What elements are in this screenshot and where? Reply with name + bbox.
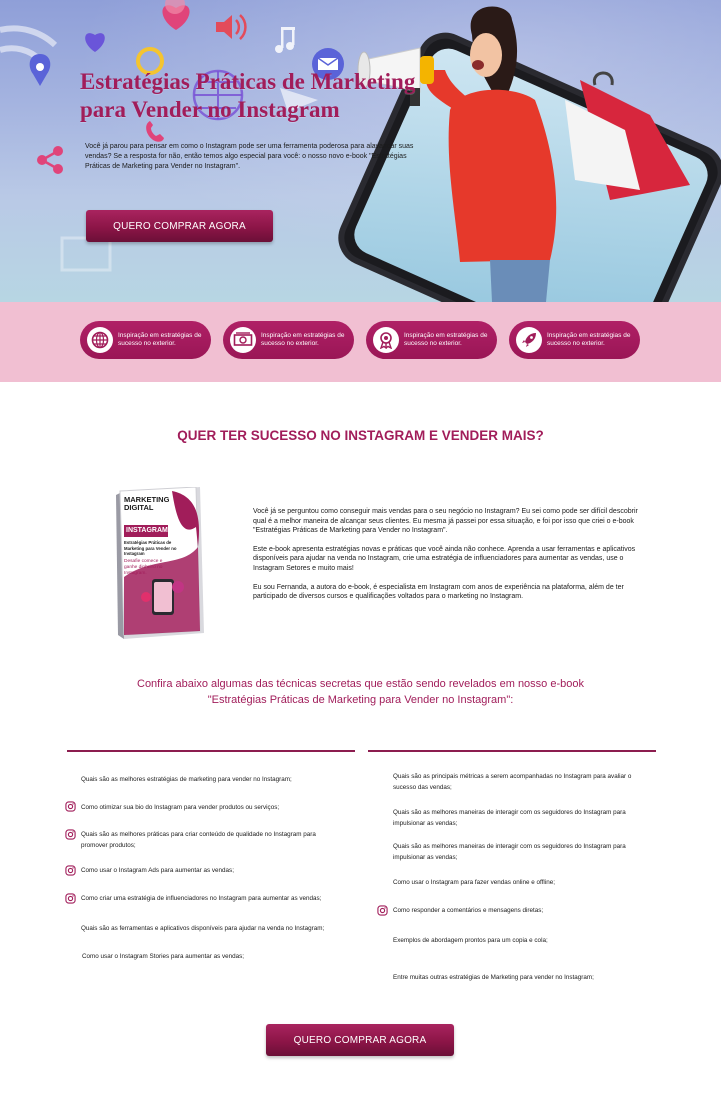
- about-paragraph-2: Este e-book apresenta estratégias novas …: [253, 545, 636, 572]
- features-band: Inspiração em estratégias de sucesso no …: [0, 302, 721, 382]
- instagram-icon: [65, 801, 76, 812]
- list-item: Exemplos de abordagem prontos para um co…: [393, 937, 548, 944]
- heart-icon: [85, 33, 105, 52]
- hero-title-line-2: para Vender no Instagram: [80, 97, 340, 122]
- list-item: Como usar o Instagram para fazer vendas …: [393, 879, 555, 886]
- feature-text: Inspiração em estratégias de sucesso no …: [118, 332, 202, 347]
- money-icon: [230, 327, 256, 353]
- list-item: Como usar o Instagram Ads para aumentar …: [81, 867, 234, 874]
- instagram-icon: [65, 893, 76, 904]
- music-note-icon: [275, 27, 295, 53]
- list-item: Quais são as melhores práticas para cria…: [81, 831, 316, 849]
- secret-heading-line-2: "Estratégias Práticas de Marketing para …: [207, 694, 514, 706]
- about-ebook-text: Você já se perguntou como conseguir mais…: [253, 507, 638, 611]
- right-divider: [368, 750, 656, 752]
- ebook-cover: MARKETING DIGITAL INSTAGRAM Estratégias …: [112, 486, 206, 639]
- location-pin-icon: [29, 54, 51, 86]
- envelope-float-icon: [60, 236, 112, 272]
- hero-description: Você já parou para pensar em como o Inst…: [85, 143, 414, 170]
- section-title: QUER TER SUCESSO NO INSTAGRAM E VENDER M…: [177, 428, 544, 443]
- secret-heading-line-1: Confira abaixo algumas das técnicas secr…: [137, 678, 584, 690]
- phone-float-icon: [146, 121, 164, 142]
- ebook-subtitle: Estratégias Práticas de Marketing para V…: [124, 540, 177, 556]
- globe-icon: [87, 327, 113, 353]
- list-item: Como responder a comentários e mensagens…: [393, 907, 544, 914]
- list-item: Como otimizar sua bio do Instagram para …: [81, 804, 280, 811]
- list-item: Quais são as melhores maneiras de intera…: [393, 843, 626, 861]
- instagram-icon: [65, 829, 76, 840]
- hero-title: Estratégias Práticas de Marketing para V…: [80, 68, 440, 124]
- feature-pill-3: Inspiração em estratégias de sucesso no …: [366, 321, 497, 359]
- list-item: Quais são as melhores maneiras de intera…: [393, 809, 626, 827]
- list-item: Quais são as ferramentas e aplicativos d…: [81, 925, 325, 932]
- feature-text: Inspiração em estratégias de sucesso no …: [261, 332, 345, 347]
- instagram-icon: [377, 905, 388, 916]
- list-item: Como criar uma estratégia de influenciad…: [81, 895, 322, 902]
- feature-pill-2: Inspiração em estratégias de sucesso no …: [223, 321, 354, 359]
- list-item: Quais são as melhores estratégias de mar…: [81, 776, 292, 783]
- speaker-icon: [216, 14, 247, 40]
- instagram-icon: [65, 865, 76, 876]
- left-divider: [67, 750, 355, 752]
- buy-now-button[interactable]: QUERO COMPRAR AGORA: [86, 210, 273, 242]
- about-paragraph-3: Eu sou Fernanda, a autora do e-book, é e…: [253, 583, 624, 601]
- wifi-icon: [0, 25, 58, 48]
- award-icon: [373, 327, 399, 353]
- ebook-title: MARKETING DIGITAL: [124, 495, 170, 512]
- list-item: Como usar o Instagram Stories para aumen…: [82, 953, 245, 960]
- about-paragraph-1: Você já se perguntou como conseguir mais…: [253, 508, 638, 535]
- feature-pill-4: Inspiração em estratégias de sucesso no …: [509, 321, 640, 359]
- rocket-icon: [516, 327, 542, 353]
- feature-pill-1: Inspiração em estratégias de sucesso no …: [80, 321, 211, 359]
- ebook-tagline: Desafie comece e ganhe dinheiro no Insta…: [124, 559, 163, 576]
- feature-text: Inspiração em estratégias de sucesso no …: [404, 332, 488, 347]
- hero-section: Estratégias Práticas de Marketing para V…: [0, 0, 721, 302]
- hero-title-line-1: Estratégias Práticas de Marketing: [80, 69, 416, 94]
- ebook-badge: INSTAGRAM: [126, 527, 168, 534]
- secret-techniques-heading: Confira abaixo algumas das técnicas secr…: [0, 676, 721, 708]
- share-icon: [37, 146, 63, 174]
- list-item: Entre muitas outras estratégias de Marke…: [393, 974, 594, 981]
- feature-text: Inspiração em estratégias de sucesso no …: [547, 332, 631, 347]
- list-item: Quais são as principais métricas a serem…: [393, 773, 632, 791]
- buy-now-button-bottom[interactable]: QUERO COMPRAR AGORA: [266, 1024, 454, 1056]
